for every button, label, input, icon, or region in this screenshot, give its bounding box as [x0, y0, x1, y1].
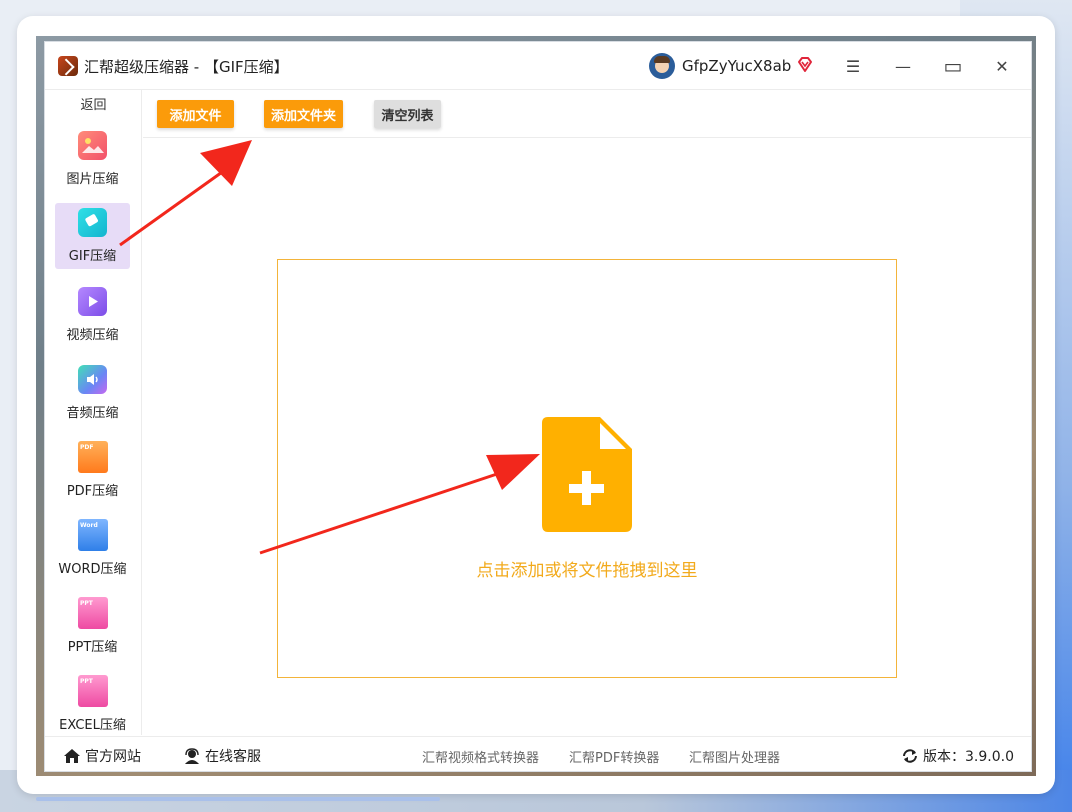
- toolbar: 添加文件 添加文件夹 清空列表: [143, 90, 1031, 138]
- excel-tag: PPT: [80, 678, 93, 685]
- add-folder-button[interactable]: 添加文件夹: [264, 100, 343, 128]
- online-support-link[interactable]: 在线客服: [183, 746, 261, 766]
- word-tag: Word: [80, 522, 98, 529]
- module-title: - 【GIF压缩】: [189, 58, 289, 76]
- sidebar-item-label: 视频压缩: [66, 328, 119, 343]
- sidebar-item-audio[interactable]: 音频压缩: [55, 360, 130, 426]
- app-name: 汇帮超级压缩器: [84, 58, 190, 76]
- minimize-button[interactable]: —: [889, 52, 917, 80]
- user-avatar[interactable]: [649, 53, 675, 79]
- sidebar-item-label: 图片压缩: [66, 172, 119, 187]
- add-file-icon[interactable]: [542, 417, 632, 532]
- app-logo-icon: [58, 56, 78, 76]
- gif-icon: [78, 208, 107, 237]
- avatar-hair: [654, 56, 670, 63]
- sidebar-item-label: 音频压缩: [66, 406, 119, 421]
- pdf-converter-link[interactable]: 汇帮PDF转换器: [569, 747, 659, 766]
- maximize-button[interactable]: ▭: [939, 52, 967, 80]
- sidebar-item-label: EXCEL压缩: [59, 718, 126, 733]
- image-processor-link[interactable]: 汇帮图片处理器: [689, 747, 780, 766]
- audio-icon: [78, 365, 107, 394]
- sidebar-item-gif[interactable]: GIF压缩: [55, 203, 130, 269]
- video-converter-link[interactable]: 汇帮视频格式转换器: [422, 747, 539, 766]
- back-link[interactable]: 返回: [45, 94, 142, 113]
- image-icon: [78, 131, 107, 160]
- customer-service-icon: [185, 748, 199, 764]
- user-name[interactable]: GfpZyYucX8ab: [682, 57, 791, 75]
- official-website-label: 官方网站: [85, 749, 141, 765]
- ppt-file-icon: PPT: [78, 597, 108, 629]
- excel-file-icon: PPT: [78, 675, 108, 707]
- file-drop-zone[interactable]: 点击添加或将文件拖拽到这里: [277, 259, 897, 678]
- app-window: 汇帮超级压缩器 - 【GIF压缩】 GfpZyYucX8ab ☰ — ▭ ✕ 返…: [44, 41, 1032, 772]
- word-file-icon: Word: [78, 519, 108, 551]
- version-label: 版本：3.9.0.0: [923, 749, 1014, 765]
- sidebar-item-label: WORD压缩: [58, 562, 127, 577]
- menu-icon[interactable]: ☰: [839, 52, 867, 80]
- vip-diamond-icon[interactable]: [796, 56, 814, 74]
- drop-zone-hint: 点击添加或将文件拖拽到这里: [476, 561, 698, 581]
- sidebar: 返回 图片压缩 GIF压缩 视频压缩 音频压缩 PDF PDF压缩 Word W…: [45, 90, 142, 735]
- version-info[interactable]: 版本：3.9.0.0: [901, 746, 1014, 766]
- sidebar-item-pdf[interactable]: PDF PDF压缩: [55, 438, 130, 504]
- close-button[interactable]: ✕: [988, 52, 1016, 80]
- sidebar-item-video[interactable]: 视频压缩: [55, 282, 130, 348]
- online-support-label: 在线客服: [205, 749, 261, 765]
- sidebar-item-ppt[interactable]: PPT PPT压缩: [55, 594, 130, 660]
- add-file-button[interactable]: 添加文件: [157, 100, 234, 128]
- home-icon: [64, 749, 80, 763]
- scroll-indicator: [36, 797, 440, 801]
- pdf-file-icon: PDF: [78, 441, 108, 473]
- clear-list-button[interactable]: 清空列表: [374, 100, 441, 128]
- window-title: 汇帮超级压缩器 - 【GIF压缩】: [84, 56, 289, 77]
- sidebar-item-excel[interactable]: PPT EXCEL压缩: [55, 672, 130, 738]
- sidebar-item-label: GIF压缩: [68, 249, 117, 264]
- title-bar: 汇帮超级压缩器 - 【GIF压缩】 GfpZyYucX8ab ☰ — ▭ ✕: [45, 42, 1031, 90]
- video-play-icon: [78, 287, 107, 316]
- refresh-icon: [903, 749, 917, 763]
- bottom-bar: 官方网站 在线客服 汇帮视频格式转换器 汇帮PDF转换器 汇帮图片处理器 版本：…: [45, 736, 1031, 772]
- sidebar-item-image[interactable]: 图片压缩: [55, 126, 130, 192]
- ppt-tag: PPT: [80, 600, 93, 607]
- sidebar-item-label: PDF压缩: [66, 484, 119, 499]
- pdf-tag: PDF: [80, 444, 94, 451]
- official-website-link[interactable]: 官方网站: [63, 746, 141, 766]
- sidebar-item-word[interactable]: Word WORD压缩: [55, 516, 130, 582]
- sidebar-item-label: PPT压缩: [67, 640, 118, 655]
